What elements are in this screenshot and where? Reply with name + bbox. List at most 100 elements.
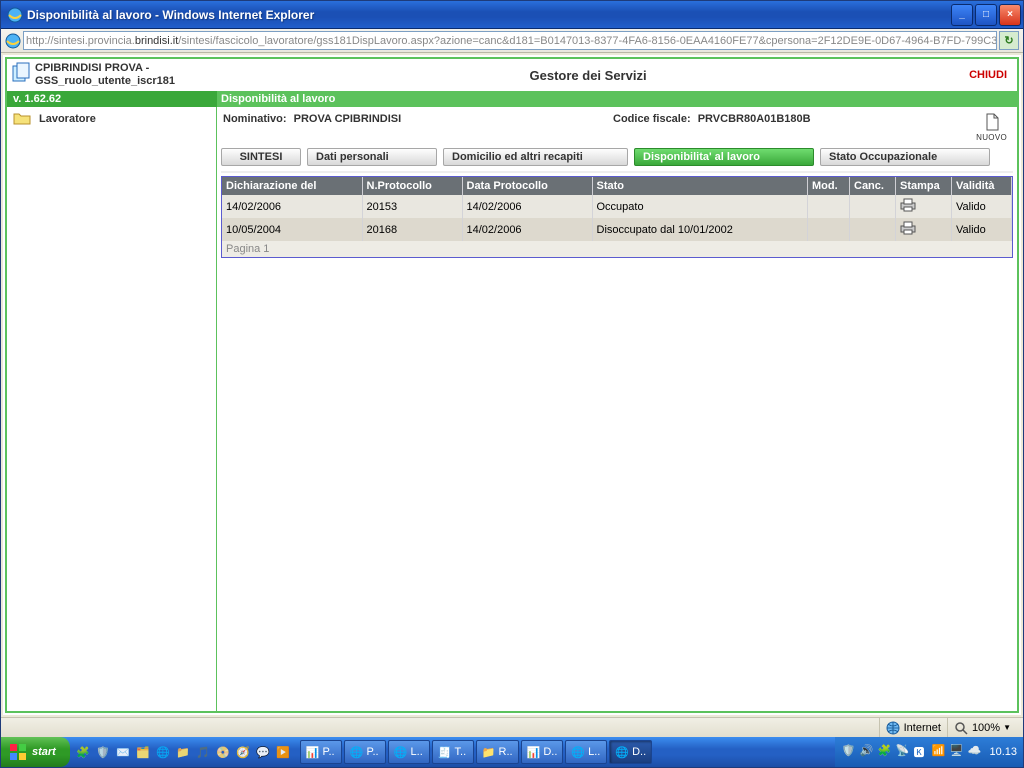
cell-protocollo: 20153 [362,195,462,218]
task-label: D.. [543,746,557,758]
pager: Pagina 1 [222,241,1012,257]
task-label: T.. [455,746,467,758]
quick-launch: 🧩 🛡️ ✉️ 🗂️ 🌐 📁 🎵 📀 🧭 💬 ▶️ [70,743,296,761]
task-label: P.. [367,746,379,758]
folder-icon [13,111,31,126]
tab-sintesi[interactable]: SINTESI [221,148,301,166]
url-input[interactable]: http://sintesi.provincia.brindisi.it/sin… [23,31,997,50]
printer-icon [900,221,916,235]
tab-stato-occupazionale[interactable]: Stato Occupazionale [820,148,990,166]
document-icon [984,113,1000,131]
app-title: Gestore dei Servizi [217,68,959,83]
sidebar-item-lavoratore[interactable]: Lavoratore [7,107,216,130]
ie-icon [7,7,23,23]
cell-stampa[interactable] [896,218,952,241]
url-post: /sintesi/fascicolo_lavoratore/gss181Disp… [178,35,997,47]
tray-icon[interactable]: 🔊 [859,744,875,760]
sidebar: Lavoratore [7,107,217,711]
taskbar-task[interactable]: 📁R.. [476,740,519,764]
data-grid: Dichiarazione del N.Protocollo Data Prot… [221,176,1013,258]
ql-icon[interactable]: ✉️ [114,743,132,761]
page-title: Disponibilità al lavoro [217,93,335,105]
cell-validita: Valido [952,218,1012,241]
nuovo-button[interactable]: NUOVO [976,113,1007,142]
chiudi-link[interactable]: CHIUDI [959,69,1017,81]
task-label: L.. [411,746,423,758]
window-titlebar: Disponibilità al lavoro - Windows Intern… [1,1,1023,29]
ie-favicon-icon [5,33,21,49]
address-bar: http://sintesi.provincia.brindisi.it/sin… [1,29,1023,53]
green-bar: v. 1.62.62 Disponibilità al lavoro [7,91,1017,107]
ql-icon[interactable]: 🌐 [154,743,172,761]
task-label: L.. [588,746,600,758]
cell-canc [850,195,896,218]
th-canc: Canc. [850,177,896,195]
cell-stampa[interactable] [896,195,952,218]
go-button[interactable]: ↻ [999,31,1019,50]
ql-icon[interactable]: 🧭 [234,743,252,761]
tray-icon[interactable]: 🛡️ [841,744,857,760]
taskbar-task[interactable]: 🧾T.. [432,740,474,764]
body-row: Lavoratore Nominativo: PROVA CPIBRINDISI… [7,107,1017,711]
task-icon: 📊 [527,746,541,759]
th-protocollo: N.Protocollo [362,177,462,195]
tray-icon[interactable]: 🧩 [877,744,893,760]
main-panel: Nominativo: PROVA CPIBRINDISI Codice fis… [217,107,1017,711]
cell-stato: Disoccupato dal 10/01/2002 [592,218,808,241]
taskbar-task[interactable]: 🌐P.. [344,740,386,764]
ql-icon[interactable]: 📁 [174,743,192,761]
org-icon [11,62,31,84]
ql-icon[interactable]: 🎵 [194,743,212,761]
taskbar-task[interactable]: 🌐L.. [388,740,430,764]
taskbar-task[interactable]: 🌐L.. [565,740,607,764]
security-zone[interactable]: Internet [879,718,947,737]
th-mod: Mod. [808,177,850,195]
chevron-down-icon: ▼ [1003,723,1011,732]
cell-data-protocollo: 14/02/2006 [462,218,592,241]
zoom-control[interactable]: 100%▼ [947,718,1017,737]
ql-icon[interactable]: 💬 [254,743,272,761]
tray-icon[interactable]: 🅺 [913,744,929,760]
cell-data-protocollo: 14/02/2006 [462,195,592,218]
table-row[interactable]: 14/02/2006 20153 14/02/2006 Occupato [222,195,1012,218]
th-data-protocollo: Data Protocollo [462,177,592,195]
nominativo-value: PROVA CPIBRINDISI [294,113,402,125]
table-row[interactable]: 10/05/2004 20168 14/02/2006 Disoccupato … [222,218,1012,241]
cell-validita: Valido [952,195,1012,218]
url-pre: http://sintesi.provincia. [26,35,135,47]
tab-domicilio[interactable]: Domicilio ed altri recapiti [443,148,628,166]
ql-icon[interactable]: ▶️ [274,743,292,761]
cell-dichiarazione: 10/05/2004 [222,218,362,241]
tray-icon[interactable]: 🖥️ [949,744,965,760]
taskbar-task[interactable]: 📊P.. [300,740,342,764]
cell-stato: Occupato [592,195,808,218]
tab-dati-personali[interactable]: Dati personali [307,148,437,166]
cell-canc [850,218,896,241]
task-icon: 🌐 [571,746,585,759]
tray-icon[interactable]: 📶 [931,744,947,760]
taskbar-task[interactable]: 🌐D.. [609,740,652,764]
tab-disponibilita[interactable]: Disponibilita' al lavoro [634,148,814,166]
separator [221,171,1013,173]
ql-icon[interactable]: 🗂️ [134,743,152,761]
th-stampa: Stampa [896,177,952,195]
start-label: start [32,746,56,758]
zone-label: Internet [904,722,941,734]
minimize-button[interactable]: _ [951,4,973,26]
start-button[interactable]: start [1,737,70,767]
cell-mod [808,195,850,218]
ql-icon[interactable]: 📀 [214,743,232,761]
task-label: R.. [499,746,513,758]
cf-label: Codice fiscale: [613,113,691,125]
close-button[interactable]: × [999,4,1021,26]
window-title: Disponibilità al lavoro - Windows Intern… [27,8,949,22]
window-root: Disponibilità al lavoro - Windows Intern… [0,0,1024,768]
ql-icon[interactable]: 🛡️ [94,743,112,761]
tray-icon[interactable]: ☁️ [967,744,983,760]
maximize-button[interactable]: □ [975,4,997,26]
taskbar-task[interactable]: 📊D.. [521,740,564,764]
ql-icon[interactable]: 🧩 [74,743,92,761]
tray-icon[interactable]: 📡 [895,744,911,760]
app-frame: CPIBRINDISI PROVA - GSS_ruolo_utente_isc… [5,57,1019,713]
org-block: CPIBRINDISI PROVA - GSS_ruolo_utente_isc… [7,60,217,90]
